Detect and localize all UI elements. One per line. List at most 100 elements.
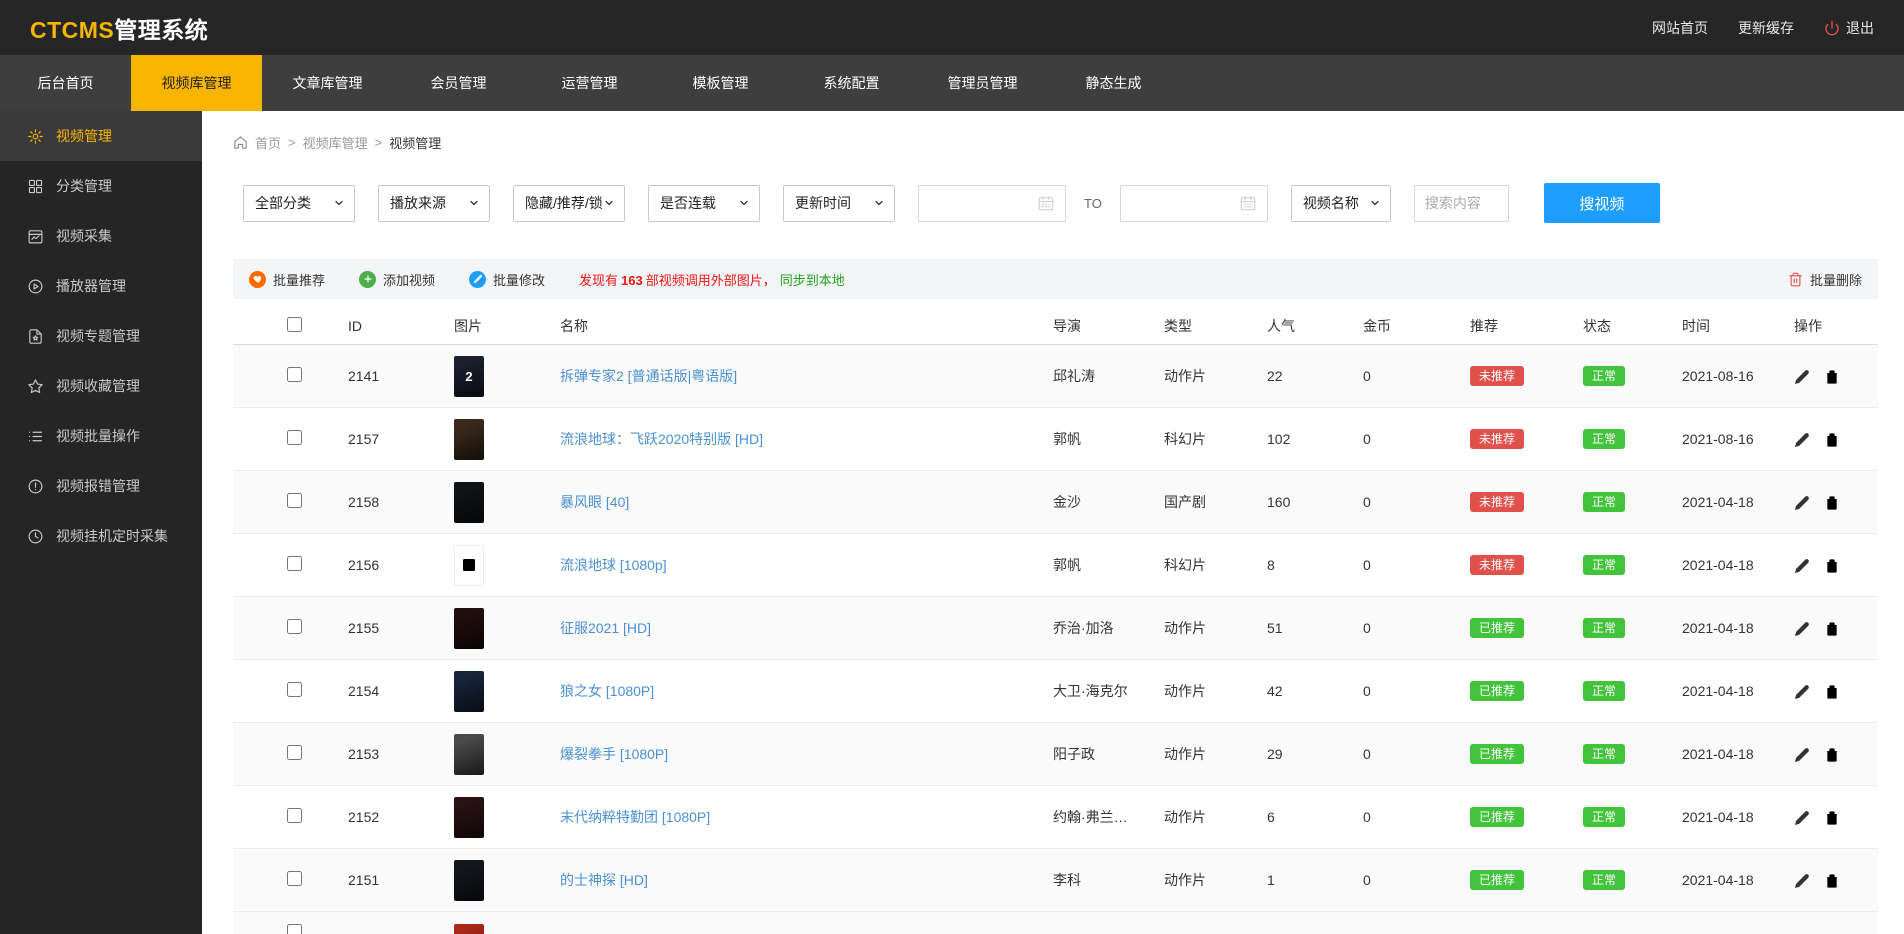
filter-select-3[interactable]: 是否连载	[648, 184, 760, 222]
video-title-link[interactable]: 流浪地球 [1080p]	[560, 557, 667, 573]
video-thumbnail[interactable]: 2	[454, 355, 484, 397]
recommend-badge[interactable]: 已推荐	[1470, 618, 1525, 638]
video-title-link[interactable]: 拆弹专家2 [普通话版|粤语版]	[560, 368, 737, 384]
search-input[interactable]	[1413, 184, 1509, 222]
status-badge[interactable]: 正常	[1583, 618, 1626, 638]
sidebar-item-6[interactable]: 视频批量操作	[0, 411, 202, 461]
video-title-link[interactable]: 的士神探 [HD]	[560, 872, 648, 888]
date-from-input[interactable]	[918, 184, 1066, 222]
video-thumbnail[interactable]	[454, 418, 484, 460]
row-checkbox[interactable]	[287, 430, 302, 445]
breadcrumb-item-0[interactable]: 首页	[255, 133, 281, 152]
recommend-badge[interactable]: 未推荐	[1470, 555, 1525, 575]
status-badge[interactable]: 正常	[1583, 870, 1626, 890]
status-badge[interactable]: 正常	[1583, 744, 1626, 764]
batch-delete-button[interactable]: 批量删除	[1788, 270, 1862, 289]
status-badge[interactable]: 正常	[1583, 681, 1626, 701]
breadcrumb-item-1[interactable]: 视频库管理	[303, 133, 368, 152]
topbar-link-refresh-cache[interactable]: 更新缓存	[1738, 18, 1794, 38]
edit-icon[interactable]	[1794, 495, 1810, 511]
filter-select-0[interactable]: 全部分类	[243, 184, 355, 222]
video-title-link[interactable]: 狼之女 [1080P]	[560, 683, 654, 699]
add-video-button[interactable]: 添加视频	[359, 270, 435, 289]
edit-icon[interactable]	[1794, 558, 1810, 574]
recommend-badge[interactable]: 已推荐	[1470, 807, 1525, 827]
video-title-link[interactable]: 末代纳粹特勤团 [1080P]	[560, 809, 710, 825]
recommend-badge[interactable]: 已推荐	[1470, 744, 1525, 764]
sidebar-item-7[interactable]: 视频报错管理	[0, 461, 202, 511]
video-title-link[interactable]: 征服2021 [HD]	[560, 620, 651, 636]
filter-select-4[interactable]: 更新时间	[783, 184, 895, 222]
edit-icon[interactable]	[1794, 873, 1810, 889]
delete-icon[interactable]	[1824, 621, 1840, 637]
sidebar-item-8[interactable]: 视频挂机定时采集	[0, 511, 202, 561]
date-to-input[interactable]	[1119, 184, 1268, 222]
recommend-badge[interactable]: 已推荐	[1470, 870, 1525, 890]
sidebar-item-2[interactable]: 视频采集	[0, 211, 202, 261]
status-badge[interactable]: 正常	[1583, 429, 1626, 449]
video-thumbnail[interactable]	[454, 796, 484, 838]
filter-select-1[interactable]: 播放来源	[378, 184, 490, 222]
row-checkbox[interactable]	[287, 619, 302, 634]
sidebar-item-0[interactable]: 视频管理	[0, 111, 202, 161]
delete-icon[interactable]	[1824, 810, 1840, 826]
row-checkbox[interactable]	[287, 924, 302, 934]
batch-edit-button[interactable]: 批量修改	[469, 270, 545, 289]
row-checkbox[interactable]	[287, 367, 302, 382]
edit-icon[interactable]	[1794, 747, 1810, 763]
sidebar-item-3[interactable]: 播放器管理	[0, 261, 202, 311]
nav-tab-0[interactable]: 后台首页	[0, 55, 131, 111]
row-checkbox[interactable]	[287, 808, 302, 823]
delete-icon[interactable]	[1824, 873, 1840, 889]
delete-icon[interactable]	[1824, 747, 1840, 763]
recommend-badge[interactable]: 未推荐	[1470, 492, 1525, 512]
delete-icon[interactable]	[1824, 432, 1840, 448]
status-badge[interactable]: 正常	[1583, 807, 1626, 827]
video-thumbnail[interactable]	[454, 607, 484, 649]
edit-icon[interactable]	[1794, 432, 1810, 448]
row-checkbox[interactable]	[287, 745, 302, 760]
video-thumbnail[interactable]	[454, 924, 484, 934]
nav-tab-7[interactable]: 管理员管理	[917, 55, 1048, 111]
nav-tab-2[interactable]: 文章库管理	[262, 55, 393, 111]
video-thumbnail[interactable]	[454, 859, 484, 901]
nav-tab-4[interactable]: 运营管理	[524, 55, 655, 111]
video-title-link[interactable]: 流浪地球：飞跃2020特别版 [HD]	[560, 431, 763, 447]
video-title-link[interactable]: 暴风眼 [40]	[560, 494, 629, 510]
batch-recommend-button[interactable]: 批量推荐	[249, 270, 325, 289]
search-field-select[interactable]: 视频名称	[1290, 184, 1391, 222]
search-video-button[interactable]: 搜视频	[1543, 183, 1660, 223]
recommend-badge[interactable]: 已推荐	[1470, 681, 1525, 701]
video-thumbnail[interactable]	[454, 733, 484, 775]
nav-tab-1[interactable]: 视频库管理	[131, 55, 262, 111]
video-thumbnail[interactable]	[454, 481, 484, 523]
recommend-badge[interactable]: 未推荐	[1470, 429, 1525, 449]
sidebar-item-4[interactable]: 视频专题管理	[0, 311, 202, 361]
select-all-checkbox[interactable]	[287, 316, 302, 332]
edit-icon[interactable]	[1794, 369, 1810, 385]
delete-icon[interactable]	[1824, 495, 1840, 511]
status-badge[interactable]: 正常	[1583, 366, 1626, 386]
nav-tab-3[interactable]: 会员管理	[393, 55, 524, 111]
sidebar-item-1[interactable]: 分类管理	[0, 161, 202, 211]
delete-icon[interactable]	[1824, 369, 1840, 385]
status-badge[interactable]: 正常	[1583, 555, 1626, 575]
row-checkbox[interactable]	[287, 556, 302, 571]
filter-select-2[interactable]: 隐藏/推荐/锁	[513, 184, 625, 222]
delete-icon[interactable]	[1824, 684, 1840, 700]
edit-icon[interactable]	[1794, 684, 1810, 700]
edit-icon[interactable]	[1794, 810, 1810, 826]
topbar-link-logout[interactable]: 退出	[1824, 18, 1874, 38]
edit-icon[interactable]	[1794, 621, 1810, 637]
topbar-link-site-home[interactable]: 网站首页	[1652, 18, 1708, 38]
sidebar-item-5[interactable]: 视频收藏管理	[0, 361, 202, 411]
video-thumbnail[interactable]	[454, 670, 484, 712]
video-title-link[interactable]: 爆裂拳手 [1080P]	[560, 746, 668, 762]
row-checkbox[interactable]	[287, 493, 302, 508]
nav-tab-8[interactable]: 静态生成	[1048, 55, 1179, 111]
status-badge[interactable]: 正常	[1583, 492, 1626, 512]
nav-tab-5[interactable]: 模板管理	[655, 55, 786, 111]
notice-sync-link[interactable]: 同步到本地	[780, 273, 845, 288]
nav-tab-6[interactable]: 系统配置	[786, 55, 917, 111]
delete-icon[interactable]	[1824, 558, 1840, 574]
